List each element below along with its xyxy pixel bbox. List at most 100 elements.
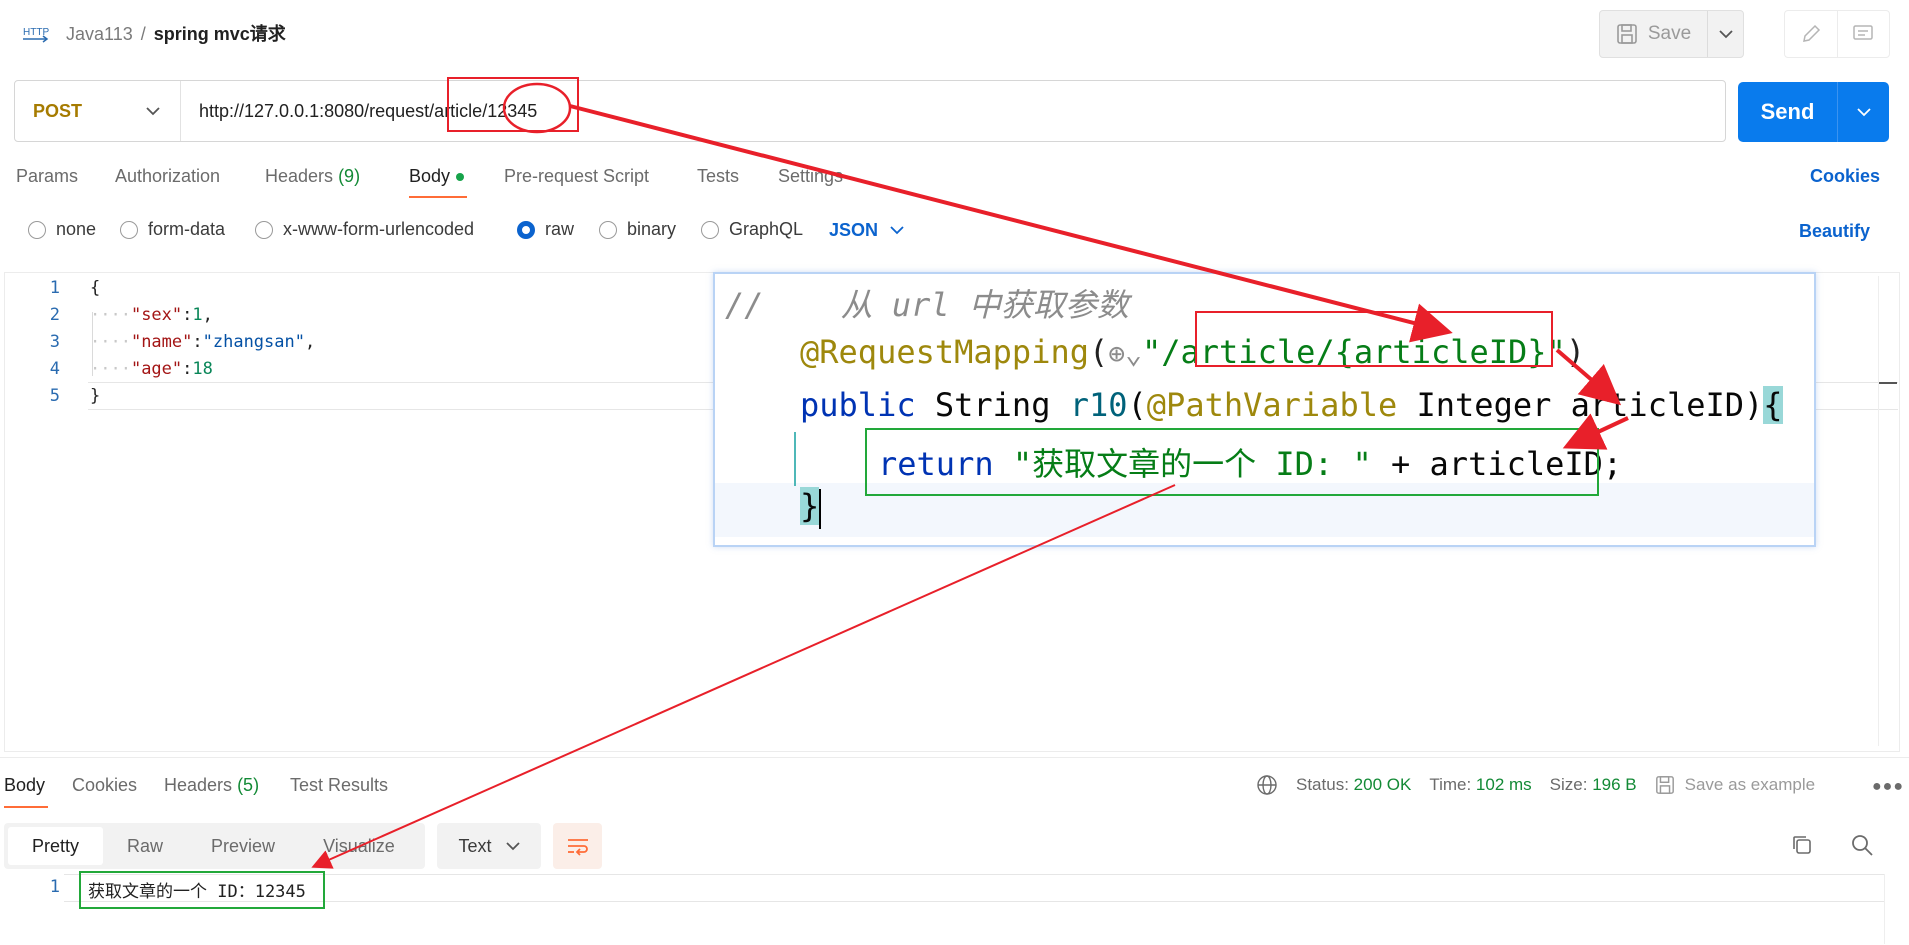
time-indicator: Time: 102 ms — [1429, 775, 1531, 795]
radio-circle-selected — [517, 220, 535, 239]
radio-none-label: none — [56, 219, 97, 239]
mapping-path-highlight-box — [1195, 311, 1553, 367]
radio-graphql[interactable]: GraphQL — [701, 219, 803, 240]
save-icon — [1617, 24, 1637, 44]
response-tab-cookies[interactable]: Cookies — [72, 775, 137, 796]
save-options-chevron-icon[interactable] — [1708, 11, 1743, 57]
tab-authorization[interactable]: Authorization — [115, 166, 220, 187]
json-key: "name" — [130, 332, 193, 352]
radio-circle — [120, 220, 138, 239]
return-type: String — [934, 386, 1051, 424]
comment-text: 从 url 中获取参数 — [840, 286, 1129, 324]
radio-form-data[interactable]: form-data — [120, 219, 225, 240]
breadcrumb: Java113 / spring mvc请求 — [66, 20, 286, 46]
save-as-example-button[interactable]: Save as example — [1655, 775, 1815, 795]
method-select[interactable]: POST — [15, 81, 181, 141]
line-number: 3 — [49, 332, 60, 352]
tab-body[interactable]: Body — [409, 166, 465, 187]
tab-headers[interactable]: Headers (9) — [265, 166, 360, 187]
view-mode-preview[interactable]: Preview — [187, 827, 299, 865]
text-caret — [819, 489, 821, 529]
quote-open: " — [1141, 333, 1162, 371]
json-colon: : — [182, 359, 193, 379]
radio-binary[interactable]: binary — [599, 219, 676, 240]
brace-open: { — [90, 278, 101, 298]
tab-headers-label: Headers — [265, 166, 334, 186]
save-button-group: Save — [1599, 10, 1744, 58]
format-label: JSON — [829, 220, 879, 240]
url-path-highlight-box — [447, 77, 579, 132]
view-mode-pretty[interactable]: Pretty — [8, 827, 104, 865]
editor-scrollbar[interactable] — [1878, 276, 1898, 746]
response-format-select[interactable]: Text — [437, 823, 541, 869]
response-format-label: Text — [458, 835, 492, 856]
response-divider — [0, 757, 1909, 758]
json-key: "age" — [130, 359, 183, 379]
response-scrollbar[interactable] — [1884, 874, 1900, 944]
globe-icon[interactable] — [1256, 774, 1278, 796]
http-request-icon: HTTP — [22, 22, 50, 44]
comment-slashes: // — [725, 286, 764, 324]
view-mode-visualize[interactable]: Visualize — [299, 827, 419, 865]
radio-raw-label: raw — [545, 219, 575, 239]
edit-pencil-icon[interactable] — [1785, 11, 1838, 57]
radio-none[interactable]: none — [28, 219, 96, 240]
code-line: { — [90, 278, 100, 298]
line-number: 1 — [49, 278, 60, 298]
code-line: } — [90, 386, 100, 406]
close-paren: ) — [1565, 333, 1586, 371]
response-output-highlight-box — [79, 871, 325, 909]
wrap-lines-button[interactable] — [553, 823, 602, 869]
indent-dots: ···· — [90, 305, 131, 325]
response-tab-headers[interactable]: Headers (5) — [164, 775, 259, 796]
tab-body-label: Body — [409, 166, 451, 186]
breadcrumb-workspace[interactable]: Java113 — [66, 24, 133, 44]
request-title[interactable]: spring mvc请求 — [154, 24, 286, 44]
tab-tests[interactable]: Tests — [697, 166, 739, 187]
time-value: 102 ms — [1475, 775, 1532, 794]
copy-icon[interactable] — [1790, 833, 1814, 862]
line-number: 5 — [49, 386, 60, 406]
response-tab-test-results[interactable]: Test Results — [290, 775, 388, 796]
json-number: 1 — [192, 305, 203, 325]
send-options-chevron-icon[interactable] — [1838, 82, 1889, 142]
breadcrumb-separator: / — [140, 24, 146, 44]
response-tab-body[interactable]: Body — [4, 775, 45, 796]
code-line: ····"sex":1, — [90, 305, 213, 325]
response-line-number: 1 — [49, 877, 60, 897]
json-key: "sex" — [130, 305, 183, 325]
beautify-link[interactable]: Beautify — [1799, 221, 1870, 242]
json-colon: : — [182, 305, 193, 325]
cookies-link[interactable]: Cookies — [1810, 166, 1880, 187]
method-name: r10 — [1069, 386, 1128, 424]
tab-prerequest-script[interactable]: Pre-request Script — [504, 166, 649, 187]
radio-raw[interactable]: raw — [517, 219, 574, 240]
time-label: Time: — [1429, 775, 1472, 794]
format-select[interactable]: JSON — [829, 220, 904, 241]
code-line: ····"age":18 — [90, 359, 213, 379]
search-icon[interactable] — [1850, 833, 1874, 862]
save-button[interactable]: Save — [1600, 11, 1708, 57]
size-indicator: Size: 196 B — [1550, 775, 1637, 795]
json-string: "zhangsan" — [202, 332, 305, 352]
radio-circle — [701, 220, 719, 239]
tab-settings[interactable]: Settings — [778, 166, 843, 187]
method-param: Integer articleID) — [1416, 386, 1764, 424]
comments-icon[interactable] — [1838, 11, 1890, 57]
tab-params[interactable]: Params — [16, 166, 78, 187]
more-options-icon[interactable]: ●●● — [1872, 778, 1904, 796]
keyword-public: public — [800, 386, 916, 424]
status-indicator: Status: 200 OK — [1296, 775, 1411, 795]
radio-urlencoded[interactable]: x-www-form-urlencoded — [255, 219, 474, 240]
request-tools — [1784, 10, 1890, 58]
send-button-group: Send — [1738, 82, 1889, 142]
send-button[interactable]: Send — [1738, 82, 1838, 142]
response-headers-count: (5) — [237, 775, 260, 795]
annotation-name: @RequestMapping — [800, 333, 1089, 371]
radio-graphql-label: GraphQL — [729, 219, 804, 239]
size-label: Size: — [1549, 775, 1588, 794]
active-tab-indicator — [409, 196, 467, 198]
path-variable-annotation: @PathVariable — [1146, 386, 1398, 424]
line-number: 4 — [49, 359, 60, 379]
view-mode-raw[interactable]: Raw — [103, 827, 187, 865]
